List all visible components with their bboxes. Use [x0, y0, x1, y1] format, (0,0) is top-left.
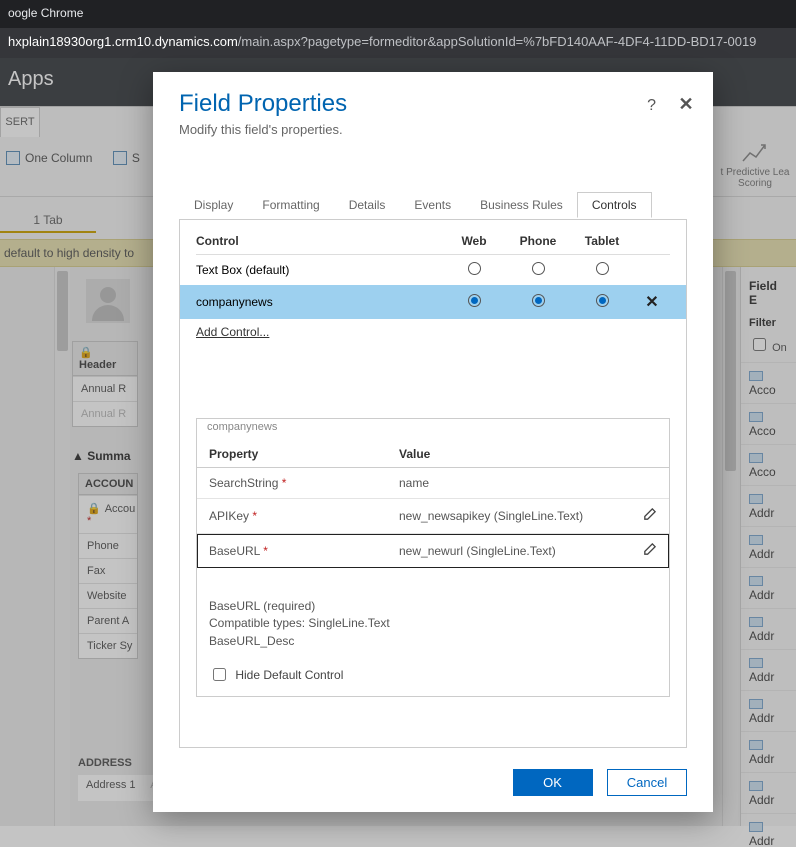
address-bar[interactable]: hxplain18930org1.crm10.dynamics.com/main…	[0, 28, 796, 58]
address-host: hxplain18930org1.crm10.dynamics.com	[8, 34, 238, 49]
tab-panel-controls: Control Web Phone Tablet Text Box (defau…	[179, 220, 687, 748]
radio[interactable]	[532, 262, 545, 275]
ok-button[interactable]: OK	[513, 769, 593, 796]
cancel-button[interactable]: Cancel	[607, 769, 687, 796]
field-properties-dialog: Field Properties Modify this field's pro…	[153, 72, 713, 812]
edit-icon[interactable]	[642, 546, 657, 560]
property-row[interactable]: BaseURL *new_newurl (SingleLine.Text)	[197, 534, 669, 568]
checkbox[interactable]	[213, 668, 226, 681]
tab-controls[interactable]: Controls	[577, 192, 652, 218]
tab-details[interactable]: Details	[334, 192, 401, 218]
property-name: BaseURL *	[209, 544, 399, 558]
tab-display[interactable]: Display	[179, 192, 248, 218]
dialog-tabs: DisplayFormattingDetailsEventsBusiness R…	[179, 192, 687, 220]
radio[interactable]	[596, 262, 609, 275]
controls-header: Control Web Phone Tablet	[180, 220, 686, 254]
tab-formatting[interactable]: Formatting	[247, 192, 334, 218]
radio[interactable]	[468, 262, 481, 275]
control-row[interactable]: companynews ✕	[180, 285, 686, 319]
remove-control-icon[interactable]: ✕	[645, 294, 658, 311]
property-value: new_newurl (SingleLine.Text)	[399, 544, 627, 558]
property-row[interactable]: APIKey *new_newsapikey (SingleLine.Text)	[197, 499, 669, 534]
control-properties-panel: companynews Property Value SearchString …	[196, 418, 670, 697]
hide-default-control-checkbox[interactable]: Hide Default Control	[209, 665, 343, 684]
radio[interactable]	[532, 294, 545, 307]
chrome-tab: oogle Chrome	[0, 0, 796, 28]
tab-business-rules[interactable]: Business Rules	[465, 192, 578, 218]
control-row[interactable]: Text Box (default)	[180, 255, 686, 285]
property-name: SearchString *	[209, 476, 399, 490]
close-icon[interactable]: ✕	[675, 94, 697, 115]
control-name: Text Box (default)	[196, 263, 442, 277]
edit-icon[interactable]	[642, 511, 657, 525]
radio[interactable]	[468, 294, 481, 307]
properties-header: Property Value	[197, 443, 669, 468]
property-row[interactable]: SearchString *name	[197, 468, 669, 499]
radio[interactable]	[596, 294, 609, 307]
control-name-label: companynews	[197, 419, 669, 443]
property-description: BaseURL (required) Compatible types: Sin…	[209, 598, 390, 650]
property-name: APIKey *	[209, 509, 399, 523]
dialog-subtitle: Modify this field's properties.	[179, 122, 687, 137]
property-value: new_newsapikey (SingleLine.Text)	[399, 509, 627, 523]
address-path: /main.aspx?pagetype=formeditor&appSoluti…	[238, 34, 757, 49]
dialog-title: Field Properties	[179, 90, 687, 118]
add-control-link[interactable]: Add Control...	[180, 319, 686, 349]
tab-events[interactable]: Events	[399, 192, 466, 218]
property-value: name	[399, 476, 627, 490]
control-name: companynews	[196, 295, 442, 309]
dialog-buttons: OK Cancel	[503, 769, 687, 796]
help-icon[interactable]: ?	[641, 97, 663, 115]
